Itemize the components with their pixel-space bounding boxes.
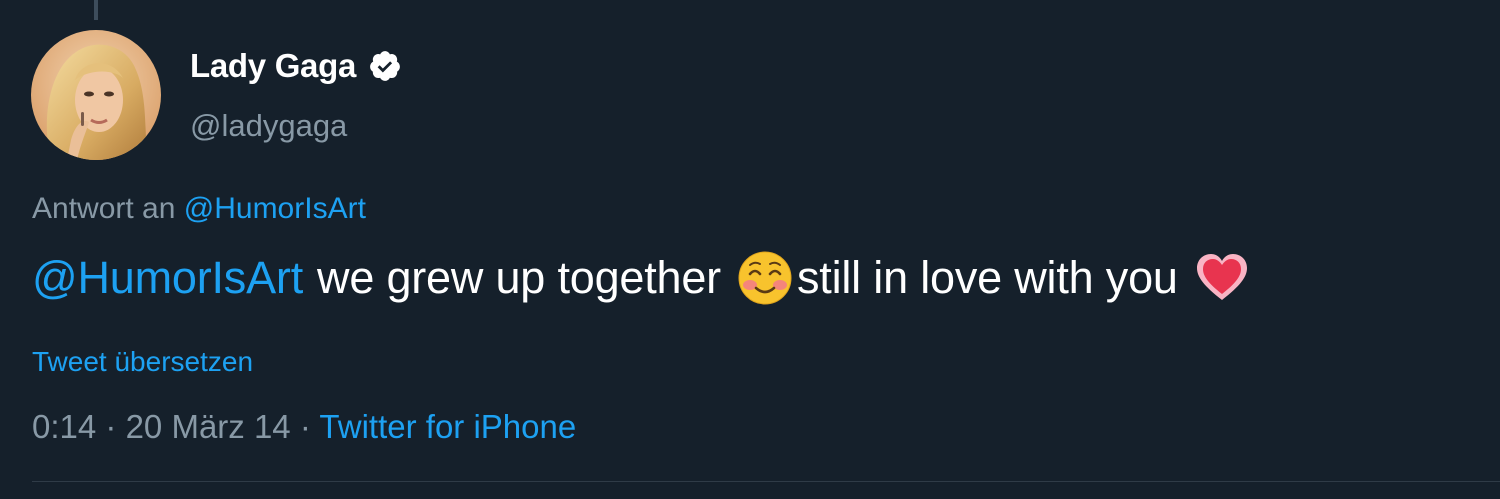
avatar-photo xyxy=(31,30,161,160)
tweet-meta: 0:14 · 20 März 14 · Twitter for iPhone xyxy=(32,408,576,446)
author-display-name[interactable]: Lady Gaga xyxy=(190,47,356,85)
meta-separator: · xyxy=(105,408,117,445)
tweet-body: @HumorIsArt we grew up together still in… xyxy=(32,250,1250,306)
divider xyxy=(32,481,1500,482)
body-mention-link[interactable]: @HumorIsArt xyxy=(32,252,303,304)
heart-emoji xyxy=(1196,254,1247,300)
body-text-part1: we grew up together xyxy=(317,252,721,303)
smiling-face-with-blush-emoji xyxy=(738,251,792,305)
translate-tweet-link[interactable]: Tweet übersetzen xyxy=(32,346,253,378)
reply-mention-link[interactable]: @HumorIsArt xyxy=(184,192,366,225)
thread-connector-line xyxy=(94,0,98,20)
author-handle[interactable]: @ladygaga xyxy=(190,108,347,144)
reply-prefix: Antwort an xyxy=(32,192,176,225)
reply-context: Antwort an @HumorIsArt xyxy=(32,192,366,226)
avatar[interactable] xyxy=(31,30,161,160)
tweet-time[interactable]: 0:14 xyxy=(32,408,96,445)
author-name-row[interactable]: Lady Gaga xyxy=(190,44,402,88)
body-text-part2: still in love with you xyxy=(796,252,1178,303)
tweet-date[interactable]: 20 März 14 xyxy=(126,408,291,445)
verified-badge-icon xyxy=(370,51,400,81)
tweet-source-link[interactable]: Twitter for iPhone xyxy=(319,408,576,445)
meta-separator: · xyxy=(299,408,311,445)
